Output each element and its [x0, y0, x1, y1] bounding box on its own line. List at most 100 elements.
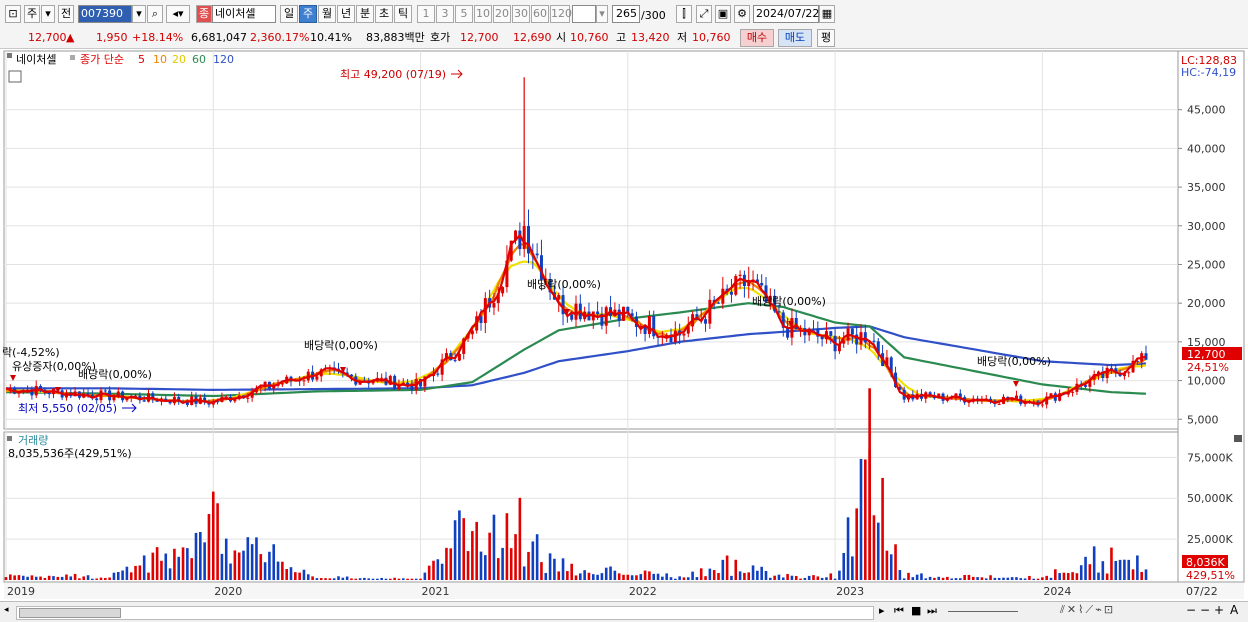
average-button[interactable]: 평: [817, 29, 835, 47]
volume-bar: [1114, 560, 1118, 580]
volume-bar: [648, 571, 651, 580]
speaker-icon[interactable]: ◂▾: [166, 5, 190, 23]
volume-bar: [1023, 578, 1027, 580]
custom-interval-dropdown-icon[interactable]: ▾: [596, 5, 608, 23]
volume-bar: [587, 572, 591, 580]
interval-60[interactable]: 60: [531, 5, 549, 23]
volume-bar: [484, 555, 487, 580]
search-icon[interactable]: ⌕: [147, 5, 163, 23]
tab-minute[interactable]: 분: [356, 5, 374, 23]
price-chart[interactable]: 네이처셀 종가 단순 5 10 20 60 120 최고 49,200 (07/…: [0, 49, 1248, 601]
stock-type-badge: 종: [196, 5, 212, 23]
top-toolbar: ⊡ 주 ▾ 전 007390 ▾ ⌕ ◂▾ 종 네이처셀 일 주 월 년 분 초…: [0, 0, 1248, 29]
prev-button[interactable]: 전: [58, 5, 74, 23]
tab-tick[interactable]: 틱: [394, 5, 412, 23]
tab-week[interactable]: 주: [299, 5, 317, 23]
volume-bar: [963, 574, 966, 580]
volume-bar: [794, 575, 798, 580]
interval-30[interactable]: 30: [512, 5, 530, 23]
trade-amount: 83,883백만: [366, 31, 425, 44]
sell-button[interactable]: 매도: [778, 29, 812, 47]
volume-bar: [997, 577, 1001, 580]
volume-bar: [17, 575, 21, 580]
price-tick-label: 15,000: [1187, 336, 1226, 349]
tab-year[interactable]: 년: [337, 5, 355, 23]
volume-bar: [56, 576, 60, 580]
interval-120[interactable]: 120: [550, 5, 572, 23]
interval-3[interactable]: 3: [436, 5, 454, 23]
chart-type-icon[interactable]: ⊡: [5, 5, 21, 23]
interval-5[interactable]: 5: [455, 5, 473, 23]
interval-10[interactable]: 10: [474, 5, 492, 23]
volume-bar: [250, 544, 254, 580]
scroll-track[interactable]: [16, 606, 874, 620]
code-input[interactable]: 007390: [78, 5, 132, 23]
zoom-in-icon[interactable]: +: [1214, 603, 1224, 617]
volume-bar: [730, 575, 733, 580]
period-select[interactable]: 주: [24, 5, 40, 23]
volume-bar: [902, 578, 906, 580]
shrink-icon[interactable]: −: [1200, 603, 1210, 617]
volume-bar: [1084, 556, 1087, 580]
gear-icon[interactable]: ⚙: [734, 5, 750, 23]
volume-bar: [734, 559, 738, 580]
volume-bar: [86, 575, 90, 580]
tab-day[interactable]: 일: [280, 5, 298, 23]
draw-tool-icon[interactable]: ⤢: [696, 5, 712, 23]
zoom-slider[interactable]: [948, 611, 1018, 612]
count-input[interactable]: 265: [612, 5, 640, 23]
tab-month[interactable]: 월: [318, 5, 336, 23]
volume-bar: [427, 565, 431, 580]
tab-second[interactable]: 초: [375, 5, 393, 23]
candle-body: [302, 380, 306, 382]
scroll-thumb[interactable]: [19, 608, 121, 618]
volume-bar: [561, 558, 565, 580]
interval-1[interactable]: 1: [417, 5, 435, 23]
scroll-left-icon[interactable]: ◂: [4, 605, 14, 619]
calendar-icon[interactable]: ▦: [819, 5, 835, 23]
volume-bar: [216, 503, 219, 580]
buy-button[interactable]: 매수: [740, 29, 774, 47]
candle-body: [112, 396, 116, 401]
code-dropdown-icon[interactable]: ▾: [132, 5, 146, 23]
play-icon[interactable]: ▸: [879, 604, 885, 617]
stock-name-field[interactable]: 네이처셀: [212, 5, 276, 23]
x-axis-label: 2024: [1043, 585, 1071, 598]
volume-bar: [367, 578, 371, 580]
volume-bar: [358, 578, 362, 580]
volume-bar: [95, 578, 98, 580]
volume-bar: [345, 576, 349, 580]
volume-bar: [52, 576, 55, 580]
volume-bar: [138, 565, 142, 580]
volume-bar: [695, 577, 699, 580]
volume-bar: [224, 538, 228, 580]
volume-bar: [643, 570, 647, 580]
volume-title: 거래량: [18, 434, 48, 447]
candle-icon[interactable]: ⫿: [676, 5, 692, 23]
volume-bar: [298, 572, 301, 580]
candle-body: [470, 330, 474, 335]
date-input[interactable]: 2024/07/22: [753, 5, 819, 23]
interval-20[interactable]: 20: [493, 5, 511, 23]
zoom-out-icon[interactable]: −: [1186, 603, 1196, 617]
fast-forward-icon[interactable]: ⏭: [927, 604, 937, 618]
volume-bar: [838, 570, 841, 580]
volume-bar: [920, 573, 923, 580]
stop-icon[interactable]: ■: [911, 604, 921, 617]
volume-bar: [557, 571, 561, 580]
custom-interval-input[interactable]: [572, 5, 596, 23]
auto-scale-icon[interactable]: A: [1230, 603, 1238, 617]
rewind-icon[interactable]: ⏮: [894, 604, 904, 618]
candle-body: [850, 328, 854, 335]
candle-body: [142, 400, 146, 402]
volume-bar: [21, 575, 25, 580]
volume-bar: [790, 575, 794, 580]
volume-bar: [1131, 569, 1135, 580]
volume-bar: [1092, 546, 1096, 580]
volume-bar: [43, 577, 47, 580]
drawing-tools-icon[interactable]: ⫽✕⌇⟋⌁⊡: [1060, 603, 1115, 617]
save-icon[interactable]: ▣: [715, 5, 731, 23]
candle-body: [665, 334, 669, 337]
period-dropdown-icon[interactable]: ▾: [41, 5, 55, 23]
volume-bar: [751, 565, 755, 580]
